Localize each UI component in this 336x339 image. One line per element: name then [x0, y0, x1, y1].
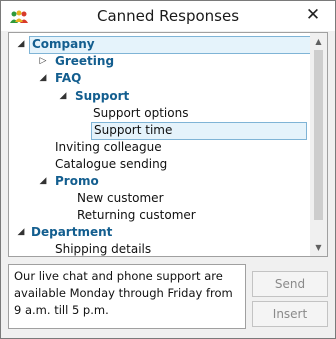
- tree-item-department[interactable]: ◢ Department: [9, 224, 309, 241]
- collapse-arrow-icon[interactable]: ◢: [15, 224, 27, 241]
- insert-button[interactable]: Insert: [252, 301, 328, 327]
- collapse-arrow-icon[interactable]: ◢: [37, 173, 49, 190]
- tree-item-label: Company: [29, 36, 311, 54]
- tree-item-support-options[interactable]: Support options: [9, 105, 309, 122]
- responses-tree[interactable]: ◢ Company ▷ Greeting ◢ FAQ ◢ Support Sup…: [8, 32, 328, 257]
- tree-item-shipping-details[interactable]: Shipping details: [9, 241, 309, 256]
- tree-item-label: Promo: [55, 174, 99, 188]
- window-title: Canned Responses: [96, 7, 240, 25]
- scroll-up-icon[interactable]: ▲: [310, 33, 327, 50]
- tree-item-returning-customer[interactable]: Returning customer: [9, 207, 309, 224]
- tree-item-label: Returning customer: [77, 208, 196, 222]
- tree-item-label: Support time: [91, 122, 307, 140]
- tree-item-label: Department: [31, 225, 113, 239]
- tree-item-support-time[interactable]: Support time: [9, 122, 309, 140]
- tree-item-new-customer[interactable]: New customer: [9, 190, 309, 207]
- tree-item-faq[interactable]: ◢ FAQ: [9, 70, 309, 87]
- tree-item-catalogue-sending[interactable]: Catalogue sending: [9, 156, 309, 173]
- tree-item-greeting[interactable]: ▷ Greeting: [9, 53, 309, 70]
- tree-item-label: New customer: [77, 191, 164, 205]
- tree-item-label: Greeting: [55, 54, 115, 68]
- expand-arrow-icon[interactable]: ▷: [37, 53, 49, 70]
- tree-item-label: Inviting colleague: [55, 140, 162, 154]
- tree-scrollbar[interactable]: ▲ ▼: [310, 33, 327, 256]
- tree-item-label: Support: [75, 89, 130, 103]
- tree-item-promo[interactable]: ◢ Promo: [9, 173, 309, 190]
- collapse-arrow-icon[interactable]: ◢: [57, 88, 69, 105]
- canned-responses-window: Canned Responses ✕ ◢ Company ▷ Greeting …: [0, 0, 336, 339]
- tree-item-label: Catalogue sending: [55, 157, 168, 171]
- response-preview[interactable]: Our live chat and phone support are avai…: [8, 264, 246, 329]
- tree-item-label: Support options: [93, 106, 189, 120]
- tree-item-inviting-colleague[interactable]: Inviting colleague: [9, 139, 309, 156]
- tree-item-label: FAQ: [55, 71, 82, 85]
- tree-item-support[interactable]: ◢ Support: [9, 88, 309, 105]
- collapse-arrow-icon[interactable]: ◢: [37, 70, 49, 87]
- tree-item-label: Shipping details: [55, 242, 152, 256]
- scrollbar-thumb[interactable]: [314, 50, 323, 220]
- collapse-arrow-icon[interactable]: ◢: [15, 36, 27, 53]
- send-button[interactable]: Send: [252, 271, 328, 297]
- tree-item-company[interactable]: ◢ Company: [9, 36, 311, 54]
- title-bar: Canned Responses ✕: [1, 1, 335, 31]
- close-button[interactable]: ✕: [301, 3, 325, 27]
- scroll-down-icon[interactable]: ▼: [310, 239, 327, 256]
